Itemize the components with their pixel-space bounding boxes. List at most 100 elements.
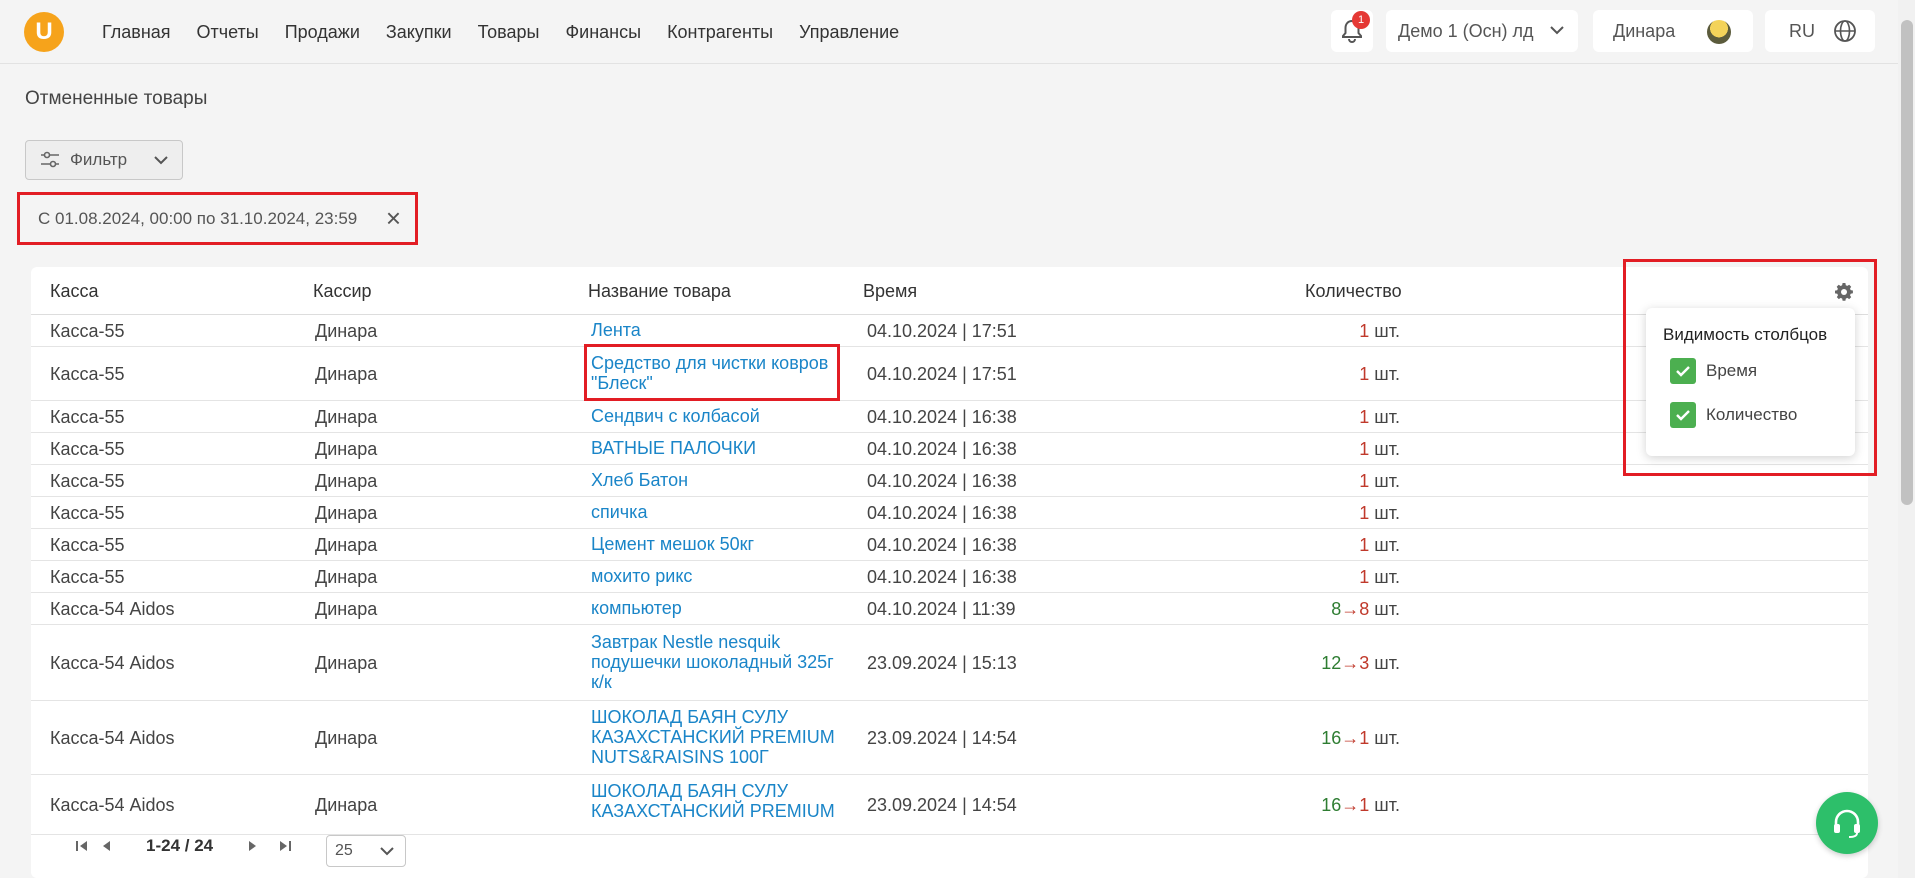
column-header-kassa[interactable]: Касса <box>50 281 99 302</box>
table-header: Касса Кассир Название товара Время Колич… <box>31 267 1868 315</box>
cell-time: 04.10.2024 | 17:51 <box>867 321 1017 341</box>
cell-cashier: Динара <box>315 503 378 523</box>
product-name-link[interactable]: мохито рикс <box>591 566 841 586</box>
table-row: Касса-54 Aidos Динара ШОКОЛАД БАЯН СУЛУ КА… <box>31 701 1868 775</box>
cell-time: 04.10.2024 | 11:39 <box>867 599 1016 619</box>
globe-icon <box>1834 20 1856 42</box>
cell-kassa: Касса-55 <box>50 503 125 523</box>
cell-time: 23.09.2024 | 14:54 <box>867 728 1017 748</box>
cell-cashier: Динара <box>315 407 378 427</box>
cell-time: 04.10.2024 | 16:38 <box>867 407 1017 427</box>
scrollbar-thumb[interactable] <box>1901 20 1913 505</box>
cell-cashier: Динара <box>315 471 378 491</box>
store-selector[interactable]: Демо 1 (Осн) лд <box>1386 10 1578 52</box>
table-row: Касса-55 Динара Сендвич с колбасой 04.10.20… <box>31 401 1868 433</box>
nav-products[interactable]: Товары <box>478 22 540 43</box>
cell-quantity: 12→3 шт. <box>1321 653 1400 674</box>
user-menu[interactable]: Динара <box>1593 10 1753 52</box>
product-name-link[interactable]: Сендвич с колбасой <box>591 406 841 426</box>
quantity-unit: шт. <box>1374 795 1400 815</box>
cancelled-items-table: Касса Кассир Название товара Время Колич… <box>31 267 1868 878</box>
language-selector[interactable]: RU <box>1765 10 1875 52</box>
cell-cashier: Динара <box>315 535 378 555</box>
cell-cashier: Динара <box>315 364 378 384</box>
notification-badge: 1 <box>1352 11 1370 29</box>
highlight-box-product <box>584 344 840 401</box>
page-size-select[interactable]: 25 <box>326 835 406 867</box>
cell-time: 04.10.2024 | 16:38 <box>867 535 1017 555</box>
cell-kassa: Касса-54 Aidos <box>50 728 175 748</box>
cell-quantity: 16→1 шт. <box>1321 728 1400 749</box>
date-range-chip: С 01.08.2024, 00:00 по 31.10.2024, 23:59… <box>17 192 418 245</box>
cell-kassa: Касса-55 <box>50 439 125 459</box>
store-name: Демо 1 (Осн) лд <box>1398 20 1534 41</box>
quantity-before: 8 <box>1331 599 1342 619</box>
app-logo[interactable]: U <box>24 12 64 52</box>
product-name-link[interactable]: ШОКОЛАД БАЯН СУЛУ КАЗАХСТАНСКИЙ PREMIUM <box>591 781 841 821</box>
table-row: Касса-55 Динара мохито рикс 04.10.2024 | 16… <box>31 561 1868 593</box>
table-body: Касса-55 Динара Лента 04.10.2024 | 17:51 1 шт… <box>31 315 1868 835</box>
quantity-unit: шт. <box>1374 503 1400 523</box>
last-page-icon[interactable] <box>273 839 297 853</box>
nav-purchases[interactable]: Закупки <box>386 22 452 43</box>
cell-time: 04.10.2024 | 16:38 <box>867 471 1017 491</box>
cell-quantity: 8→8 шт. <box>1331 599 1400 620</box>
notifications-button[interactable]: 1 <box>1331 10 1373 52</box>
cell-kassa: Касса-55 <box>50 567 125 587</box>
cell-time: 23.09.2024 | 14:54 <box>867 795 1017 815</box>
language-code: RU <box>1789 20 1815 41</box>
product-name-link[interactable]: Цемент мешок 50кг <box>591 534 841 554</box>
top-header: U Главная Отчеты Продажи Закупки Товары … <box>0 0 1898 64</box>
page-size-value: 25 <box>335 842 353 859</box>
column-header-quantity[interactable]: Количество <box>1305 281 1402 302</box>
nav-reports[interactable]: Отчеты <box>197 22 259 43</box>
quantity-after: 1 <box>1359 321 1370 341</box>
main-nav: Главная Отчеты Продажи Закупки Товары Фи… <box>102 22 899 43</box>
cell-quantity: 1 шт. <box>1359 567 1400 588</box>
cell-kassa: Касса-55 <box>50 321 125 341</box>
quantity-unit: шт. <box>1374 567 1400 587</box>
quantity-after: 1 <box>1359 407 1370 427</box>
scrollbar[interactable] <box>1898 0 1915 878</box>
column-header-cashier[interactable]: Кассир <box>313 281 372 302</box>
close-icon[interactable]: × <box>386 205 401 231</box>
product-name-link[interactable]: спичка <box>591 502 841 522</box>
cell-kassa: Касса-55 <box>50 364 125 384</box>
cell-kassa: Касса-54 Aidos <box>50 653 175 673</box>
quantity-unit: шт. <box>1374 407 1400 427</box>
nav-sales[interactable]: Продажи <box>285 22 360 43</box>
cell-kassa: Касса-55 <box>50 407 125 427</box>
quantity-after: 1 <box>1359 471 1370 491</box>
cell-cashier: Динара <box>315 567 378 587</box>
column-header-time[interactable]: Время <box>863 281 917 302</box>
support-chat-button[interactable] <box>1816 792 1878 854</box>
cell-cashier: Динара <box>315 439 378 459</box>
quantity-before: 12 <box>1321 653 1342 673</box>
product-name-link[interactable]: Завтрак Nestle nesquik подушечки шоколад… <box>591 632 841 692</box>
filter-button[interactable]: Фильтр <box>25 140 183 180</box>
cell-cashier: Динара <box>315 795 378 815</box>
cell-quantity: 1 шт. <box>1359 407 1400 428</box>
cell-cashier: Динара <box>315 653 378 673</box>
product-name-link[interactable]: Лента <box>591 320 841 340</box>
product-name-link[interactable]: ШОКОЛАД БАЯН СУЛУ КАЗАХСТАНСКИЙ PREMIUM … <box>591 707 841 767</box>
quantity-unit: шт. <box>1374 728 1400 748</box>
nav-finance[interactable]: Финансы <box>565 22 641 43</box>
product-name-link[interactable]: ВАТНЫЕ ПАЛОЧКИ <box>591 438 841 458</box>
product-name-link[interactable]: Хлеб Батон <box>591 470 841 490</box>
cell-time: 04.10.2024 | 16:38 <box>867 503 1017 523</box>
quantity-unit: шт. <box>1374 439 1400 459</box>
product-name-link[interactable]: компьютер <box>591 598 841 618</box>
first-page-icon[interactable] <box>70 839 94 853</box>
filter-label: Фильтр <box>70 150 128 169</box>
nav-contractors[interactable]: Контрагенты <box>667 22 773 43</box>
prev-page-icon[interactable] <box>94 839 118 853</box>
chevron-down-icon <box>1550 26 1564 35</box>
nav-home[interactable]: Главная <box>102 22 171 43</box>
quantity-after: 1 <box>1359 364 1370 384</box>
table-row: Касса-55 Динара Лента 04.10.2024 | 17:51 1 шт… <box>31 315 1868 347</box>
column-header-product-name[interactable]: Название товара <box>588 281 731 302</box>
quantity-after: 1 <box>1359 728 1370 748</box>
nav-management[interactable]: Управление <box>799 22 899 43</box>
next-page-icon[interactable] <box>241 839 265 853</box>
